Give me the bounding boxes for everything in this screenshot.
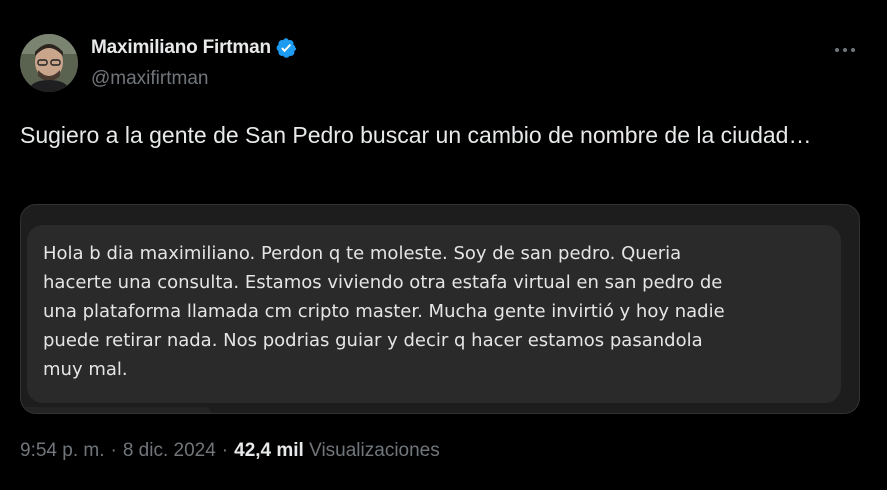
meta-separator: ·	[110, 440, 117, 461]
tweet-meta: 9:54 p. m. · 8 dic. 2024 · 42,4 mil Visualiz…	[20, 440, 440, 462]
message-text: Hola b dia maximiliano. Perdon q te mole…	[43, 243, 725, 380]
author-handle[interactable]: @maxifirtman	[91, 68, 208, 90]
author-display-name[interactable]: Maximiliano Firtman	[91, 37, 271, 59]
meta-separator: ·	[221, 440, 229, 461]
message-bubble-edge	[21, 407, 211, 413]
avatar[interactable]	[20, 34, 78, 92]
tweet-time[interactable]: 9:54 p. m.	[20, 440, 105, 461]
tweet-media-image[interactable]: Hola b dia maximiliano. Perdon q te mole…	[20, 204, 860, 414]
message-bubble: Hola b dia maximiliano. Perdon q te mole…	[27, 225, 841, 403]
tweet-date[interactable]: 8 dic. 2024	[123, 440, 216, 461]
tweet-text: Sugiero a la gente de San Pedro buscar u…	[20, 122, 812, 148]
more-horizontal-icon[interactable]	[833, 38, 857, 62]
verified-badge-icon[interactable]	[275, 37, 297, 59]
views-count[interactable]: 42,4 mil	[234, 440, 304, 461]
author-name-row: Maximiliano Firtman	[91, 37, 297, 59]
views-label: Visualizaciones	[309, 440, 440, 461]
